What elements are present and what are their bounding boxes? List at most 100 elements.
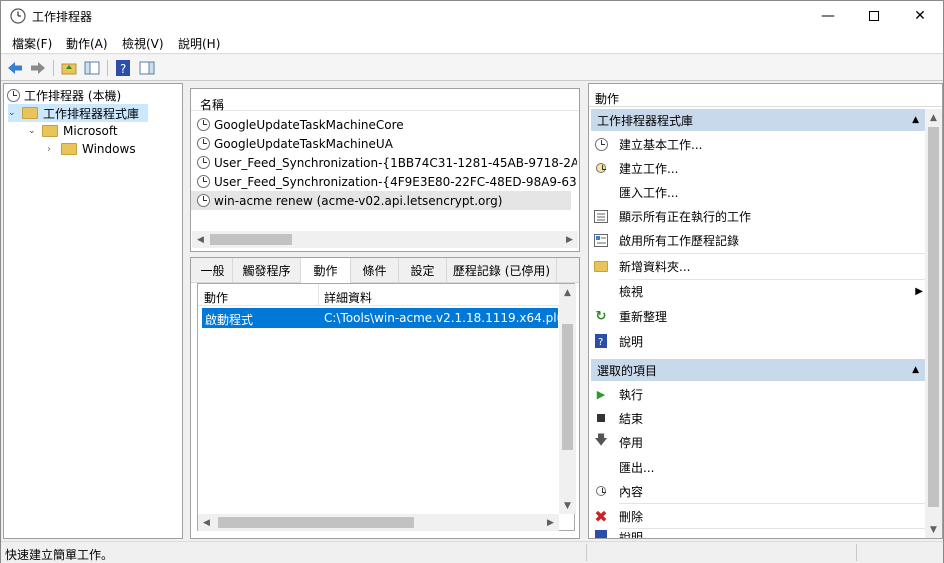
- action-end[interactable]: 結束: [593, 406, 643, 430]
- divider: [619, 503, 925, 504]
- show-hide-action-pane-button[interactable]: [138, 59, 156, 77]
- task-row[interactable]: GoogleUpdateTaskMachineCore: [197, 115, 577, 134]
- task-row-selected[interactable]: win-acme renew (acme-v02.api.letsencrypt…: [191, 191, 571, 210]
- back-button[interactable]: [6, 59, 24, 77]
- task-name: GoogleUpdateTaskMachineUA: [214, 136, 393, 151]
- action-help-selected[interactable]: 說明: [593, 529, 643, 538]
- scroll-left-icon[interactable]: ◀: [198, 514, 215, 531]
- scroll-right-icon[interactable]: ▶: [561, 231, 578, 248]
- tab-triggers[interactable]: 觸發程序: [233, 258, 301, 282]
- console-tree-icon: [84, 61, 100, 75]
- clock-new-icon: [593, 160, 609, 176]
- tab-settings[interactable]: 設定: [399, 258, 447, 282]
- action-create-basic-task[interactable]: 建立基本工作...: [593, 132, 702, 156]
- section-header-selected[interactable]: 選取的項目 ▲: [591, 359, 925, 381]
- action-properties[interactable]: 內容: [593, 479, 643, 503]
- task-row[interactable]: GoogleUpdateTaskMachineUA: [197, 134, 577, 153]
- table-row[interactable]: 啟動程式 C:\Tools\win-acme.v2.1.18.1119.x64.…: [202, 308, 558, 328]
- collapse-icon[interactable]: ▲: [912, 365, 919, 375]
- status-divider: [856, 544, 857, 561]
- maximize-icon: [869, 11, 879, 21]
- task-name: User_Feed_Synchronization-{1BB74C31-1281…: [214, 155, 577, 170]
- horizontal-scrollbar[interactable]: ◀ ▶: [198, 514, 559, 531]
- column-divider[interactable]: [318, 284, 319, 306]
- action-delete[interactable]: ✖ 刪除: [593, 504, 643, 528]
- tab-history[interactable]: 歷程記錄 (已停用): [447, 258, 557, 282]
- vertical-scrollbar[interactable]: ▲ ▼: [559, 284, 576, 514]
- section-header-library[interactable]: 工作排程器程式庫 ▲: [591, 109, 925, 131]
- scroll-thumb[interactable]: [928, 127, 939, 507]
- tree-item-root[interactable]: 工作排程器 (本機): [7, 86, 121, 104]
- vertical-scrollbar[interactable]: ▲ ▼: [925, 109, 942, 538]
- help-button[interactable]: ?: [114, 59, 132, 77]
- menu-view[interactable]: 檢視(V): [122, 35, 164, 52]
- show-hide-tree-button[interactable]: [83, 59, 101, 77]
- forward-arrow-icon: [31, 62, 45, 74]
- scroll-right-icon[interactable]: ▶: [542, 514, 559, 531]
- task-details: 一般 觸發程序 動作 條件 設定 歷程記錄 (已停用) 動作 詳細資料 啟動程式…: [190, 257, 580, 539]
- scroll-thumb[interactable]: [562, 324, 573, 450]
- column-header-name[interactable]: 名稱: [191, 89, 579, 112]
- action-enable-history[interactable]: 啟用所有工作歷程記錄: [593, 228, 739, 252]
- up-folder-button[interactable]: [60, 59, 78, 77]
- scroll-up-icon[interactable]: ▲: [559, 284, 576, 301]
- properties-clock-icon: [593, 483, 609, 499]
- scroll-up-icon[interactable]: ▲: [925, 109, 942, 126]
- task-name: User_Feed_Synchronization-{4F9E3E80-22FC…: [214, 174, 577, 189]
- running-tasks-icon: [593, 208, 609, 224]
- window-title: 工作排程器: [32, 10, 93, 24]
- close-icon: ✕: [914, 8, 926, 24]
- action-display-running[interactable]: 顯示所有正在執行的工作: [593, 204, 751, 228]
- tree-item-label: Windows: [82, 142, 136, 156]
- action-view[interactable]: 檢視 ▶: [593, 279, 923, 303]
- menu-file[interactable]: 檔案(F): [12, 35, 52, 52]
- new-folder-icon: [593, 258, 609, 274]
- scroll-down-icon[interactable]: ▼: [559, 497, 576, 514]
- scroll-down-icon[interactable]: ▼: [925, 521, 942, 538]
- tree-item-microsoft[interactable]: ⌄ Microsoft: [28, 122, 118, 140]
- menu-help[interactable]: 說明(H): [178, 35, 220, 52]
- tab-actions[interactable]: 動作: [301, 258, 351, 283]
- clock-icon: [7, 88, 20, 102]
- collapse-icon[interactable]: ▲: [912, 115, 919, 125]
- minimize-button[interactable]: —: [805, 1, 851, 31]
- tab-general[interactable]: 一般: [193, 258, 233, 282]
- horizontal-scrollbar[interactable]: ◀ ▶: [192, 231, 578, 248]
- action-new-folder[interactable]: 新增資料夾...: [593, 254, 690, 278]
- help-icon: ?: [116, 60, 130, 76]
- action-disable[interactable]: 🡇 停用: [593, 430, 643, 454]
- action-label: 顯示所有正在執行的工作: [619, 209, 752, 224]
- task-row[interactable]: User_Feed_Synchronization-{1BB74C31-1281…: [197, 153, 577, 172]
- tab-conditions[interactable]: 條件: [351, 258, 399, 282]
- column-header-detail[interactable]: 詳細資料: [324, 289, 372, 306]
- scroll-left-icon[interactable]: ◀: [192, 231, 209, 248]
- folder-icon: [61, 143, 77, 155]
- menu-action[interactable]: 動作(A): [66, 35, 108, 52]
- tree-item-library[interactable]: ⌄ 工作排程器程式庫: [8, 104, 148, 122]
- forward-button[interactable]: [29, 59, 47, 77]
- action-label: 內容: [619, 484, 644, 499]
- status-bar: 快速建立簡單工作。: [1, 541, 943, 563]
- action-label: 啟用所有工作歷程記錄: [619, 233, 740, 248]
- task-row[interactable]: User_Feed_Synchronization-{4F9E3E80-22FC…: [197, 172, 577, 191]
- action-label: 說明: [619, 334, 644, 349]
- action-refresh[interactable]: ↻ 重新整理: [593, 304, 667, 328]
- column-header-action[interactable]: 動作: [204, 289, 228, 306]
- status-text: 快速建立簡單工作。: [5, 548, 114, 562]
- task-list: 名稱 GoogleUpdateTaskMachineCore GoogleUpd…: [190, 88, 580, 252]
- delete-icon: ✖: [594, 506, 608, 526]
- close-button[interactable]: ✕: [897, 1, 943, 31]
- action-export[interactable]: 匯出...: [593, 455, 654, 479]
- tree-item-windows[interactable]: › Windows: [47, 140, 136, 158]
- action-help[interactable]: ? 說明: [593, 329, 643, 353]
- action-pane-header: 動作: [595, 92, 620, 106]
- action-run[interactable]: ▶ 執行: [593, 382, 643, 406]
- scroll-thumb[interactable]: [210, 234, 292, 245]
- chevron-down-icon: ⌄: [28, 126, 36, 136]
- action-label: 檢視: [619, 284, 644, 299]
- minimize-icon: —: [821, 8, 835, 24]
- action-import-task[interactable]: 匯入工作...: [593, 180, 678, 204]
- action-create-task[interactable]: 建立工作...: [593, 156, 678, 180]
- maximize-button[interactable]: [851, 1, 897, 31]
- scroll-thumb[interactable]: [218, 517, 414, 528]
